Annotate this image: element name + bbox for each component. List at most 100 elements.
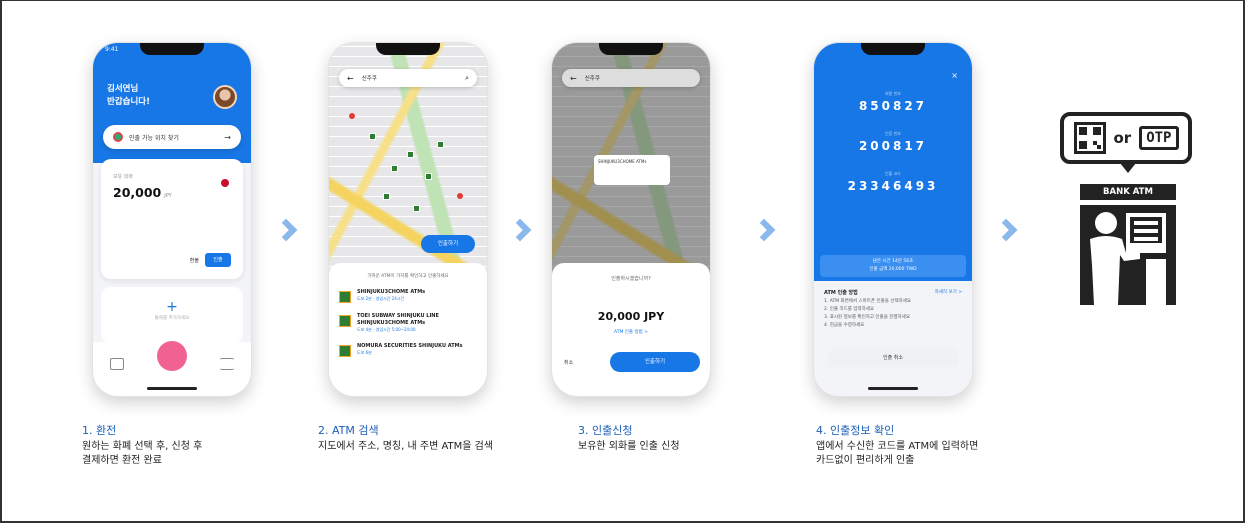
caption-title: 4. 인출정보 확인 [816, 424, 895, 437]
poi-marker [457, 193, 463, 199]
guide-detail-link[interactable]: 자세히 보기 > [935, 289, 962, 297]
seven-bank-icon [339, 315, 351, 327]
atm-marker[interactable] [391, 165, 398, 172]
guide-step: 1. ATM 화면에서 스마트폰 인출을 선택하세요 [824, 299, 912, 304]
qr-code-icon [1073, 122, 1106, 154]
phone-notch [376, 43, 440, 55]
search-text: 신주쿠 [361, 76, 377, 82]
confirm-withdraw-button[interactable]: 인출하기 [610, 352, 700, 372]
caption-text: 보유한 외화를 인출 신청 [578, 441, 680, 452]
withdraw-code: 23346493 [847, 179, 939, 193]
code-label: 회원 번호 [885, 91, 901, 96]
caption-text: 앱에서 수신한 코드를 ATM에 입력하면 [816, 441, 979, 452]
exchange-tab-button[interactable] [156, 341, 187, 371]
add-currency-card[interactable]: + 통화를 추가하세요 [101, 287, 243, 343]
menu-tab-icon[interactable] [220, 358, 235, 370]
sheet-header: 가까운 ATM이 가치를 확인하고 인출하세요 [367, 274, 449, 279]
map-search-bar: ← 신주쿠 [562, 69, 700, 87]
atm-detail: 도보 6분 [357, 350, 372, 355]
guide-step: 4. 현금을 수령하세요 [824, 323, 865, 328]
phone-atm-search-screen: ← 신주쿠 ⌕ 인출하기 가까운 ATM이 가치를 확인하고 인출하세요 SHI… [328, 42, 488, 397]
atm-name: SHINJUKU3CHOME ATMs [357, 289, 426, 295]
remaining-time: 남은 시간 14분 56초 [872, 259, 914, 264]
caption-text: 카드없이 편리하게 인출 [816, 455, 915, 466]
greeting: 김서연님 반갑습니다! [107, 83, 150, 109]
confirm-question: 인출하시겠습니까? [611, 276, 651, 282]
atm-guide: ATM 인출 방법 자세히 보기 > 1. ATM 화면에서 스마트폰 인출을 선… [824, 289, 962, 330]
currency-code: JPY [164, 193, 172, 199]
arrow-right-icon: → [224, 132, 231, 142]
atm-guide-link[interactable]: ATM 인출 방법 > [552, 329, 710, 335]
search-icon[interactable]: ⌕ [465, 74, 469, 83]
atm-marker[interactable] [425, 173, 432, 180]
list-item[interactable]: SHINJUKU3CHOME ATMs 도보 2분 · 영업시간 24시간 [339, 289, 477, 303]
phone-withdraw-info-screen: × 회원 번호 850827 인증 번호 200817 인출 코드 233464… [813, 42, 973, 397]
speech-bubble: or OTP [1060, 112, 1192, 173]
home-indicator [147, 387, 197, 390]
withdraw-amount-info: 인출 금액 20,000 TWD [869, 267, 917, 272]
withdraw-button[interactable]: 인출 [205, 253, 231, 267]
seven-bank-icon [339, 345, 351, 357]
code-label: 인출 코드 [885, 171, 901, 176]
code-label: 인증 번호 [885, 131, 901, 136]
cancel-button[interactable]: 취소 [564, 359, 573, 366]
search-text: 신주쿠 [584, 76, 600, 82]
otp-label: OTP [1139, 126, 1179, 150]
bank-atm-label: BANK ATM [1080, 184, 1176, 200]
guide-title: ATM 인출 방법 [824, 290, 858, 296]
time-amount-info: 남은 시간 14분 56초 인출 금액 20,000 TWD [820, 255, 966, 277]
caption-title: 2. ATM 검색 [318, 424, 379, 437]
auth-number: 200817 [858, 139, 928, 153]
add-currency-label: 통화를 추가하세요 [154, 316, 190, 321]
avatar[interactable] [213, 85, 237, 109]
withdraw-amount: 20,000 JPY [597, 310, 665, 323]
caption-step-1: 1. 환전 원하는 화폐 선택 후, 신청 후 결제하면 환전 완료 [82, 424, 202, 468]
plus-icon: + [166, 299, 178, 315]
atm-detail: 도보 2분 · 영업시간 24시간 [357, 296, 405, 301]
atm-name: NOMURA SECURITIES SHINJUKU ATMs [357, 343, 463, 349]
list-item[interactable]: TOEI SUBWAY SHINJUKU LINE SHINJUKU3CHOME… [339, 313, 477, 333]
selected-atm-card: SHINJUKU3CHOME ATMs [594, 155, 670, 185]
caption-step-3: 3. 인출신청 보유한 외화를 인출 신청 [578, 424, 680, 454]
atm-marker[interactable] [369, 133, 376, 140]
poi-marker [349, 113, 355, 119]
status-time: 9:41 [105, 46, 119, 53]
member-number: 850827 [858, 99, 928, 113]
atm-list-sheet: 가까운 ATM이 가치를 확인하고 인출하세요 SHINJUKU3CHOME A… [329, 263, 487, 396]
find-location-button[interactable]: 인출 가능 위치 찾기 → [103, 125, 241, 149]
exchange-back-button[interactable]: 환불 [190, 257, 199, 264]
phone-notch [140, 43, 204, 55]
withdraw-here-button[interactable]: 인출하기 [421, 235, 475, 253]
caption-step-2: 2. ATM 검색 지도에서 주소, 명칭, 내 주변 ATM을 검색 [318, 424, 493, 454]
greeting-name: 김서연님 [107, 84, 139, 94]
balance-card[interactable]: 보유 외화 20,000 JPY 환불 인출 [101, 159, 243, 279]
japan-flag-icon [221, 179, 229, 187]
back-arrow-icon: ← [570, 73, 577, 83]
atm-name: TOEI SUBWAY SHINJUKU LINE SHINJUKU3CHOME… [357, 313, 439, 326]
cancel-withdraw-button[interactable]: 인출 취소 [828, 349, 958, 367]
history-tab-icon[interactable] [109, 358, 124, 370]
caption-step-4: 4. 인출정보 확인 앱에서 수신한 코드를 ATM에 입력하면 카드없이 편리… [816, 424, 978, 468]
caption-text: 원하는 화폐 선택 후, 신청 후 [82, 441, 203, 452]
back-arrow-icon[interactable]: ← [347, 74, 354, 83]
guide-step: 2. 인출 코드를 입력하세요 [824, 307, 874, 312]
atm-detail: 도보 4분 · 영업시간 5:00~24:00 [357, 327, 416, 332]
greeting-message: 반갑습니다! [107, 97, 150, 107]
caption-text: 지도에서 주소, 명칭, 내 주변 ATM을 검색 [318, 441, 494, 452]
guide-step: 3. 표시된 정보를 확인하고 인출을 진행하세요 [824, 315, 910, 320]
phone-withdraw-request-screen: ← 신주쿠 SHINJUKU3CHOME ATMs 인출하시겠습니까? 20,0… [551, 42, 711, 397]
balance-label: 보유 외화 [113, 174, 133, 180]
phone-notch [861, 43, 925, 55]
close-icon[interactable]: × [951, 71, 958, 80]
caption-title: 3. 인출신청 [578, 424, 633, 437]
list-item[interactable]: NOMURA SECURITIES SHINJUKU ATMs 도보 6분 [339, 343, 477, 357]
or-text: or [1113, 129, 1132, 147]
phone-notch [599, 43, 663, 55]
balance-amount: 20,000 JPY [113, 185, 172, 200]
atm-marker[interactable] [383, 193, 390, 200]
atm-marker[interactable] [407, 151, 414, 158]
phone-exchange-screen: 9:41 김서연님 반갑습니다! 인출 가능 위치 찾기 → 보유 외화 20,… [92, 42, 252, 397]
atm-marker[interactable] [437, 141, 444, 148]
atm-marker[interactable] [413, 205, 420, 212]
map-search-bar[interactable]: ← 신주쿠 ⌕ [339, 69, 477, 87]
